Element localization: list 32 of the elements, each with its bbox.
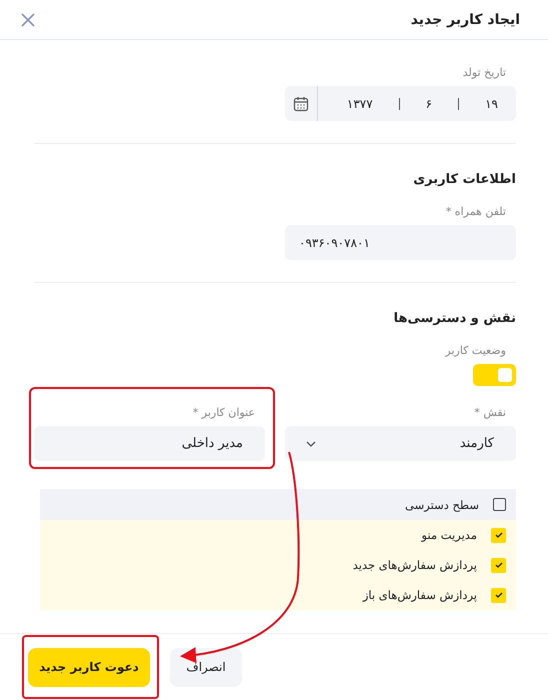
close-icon[interactable]: [20, 12, 36, 28]
field-label: وضعیت کاربر: [444, 344, 507, 359]
table-row[interactable]: مدیریت منو: [40, 520, 516, 550]
header-cell: سطح دسترسی: [405, 498, 479, 512]
calendar-icon[interactable]: [293, 96, 309, 112]
table-cell: پردازش سفارش‌های باز: [362, 588, 477, 602]
field-label: عنوان کاربر *: [192, 406, 256, 421]
section-heading: نقش و دسترسی‌ها: [394, 311, 516, 328]
date-field[interactable]: ۱۹ ۶ ۱۳۷۷: [285, 86, 516, 121]
table-row[interactable]: پردازش سفارش‌های جدید: [40, 550, 516, 580]
field-label: تلفن همراه *: [444, 205, 507, 220]
check-icon: [494, 590, 504, 600]
phone-field[interactable]: ۰۹۳۶۰۹۰۷۸۰۱: [285, 225, 516, 260]
table-cell: پردازش سفارش‌های جدید: [352, 558, 477, 572]
day-value: ۱۹: [484, 96, 499, 110]
title-field[interactable]: مدیر داخلی: [34, 426, 265, 461]
dialog-title: ایجاد کاربر جدید: [410, 12, 520, 28]
section-heading: اطلاعات کاربری: [413, 172, 516, 189]
field-label: نقش *: [473, 406, 507, 421]
cancel-button[interactable]: انصراف: [170, 648, 242, 686]
role-dropdown[interactable]: کارمند: [285, 426, 516, 461]
year-value: ۱۳۷۷: [346, 96, 374, 110]
check-icon: [494, 560, 504, 570]
status-toggle[interactable]: [473, 364, 516, 386]
table-row[interactable]: پردازش سفارش‌های باز: [40, 580, 516, 610]
month-value: ۶: [424, 96, 434, 110]
table-cell: مدیریت منو: [422, 528, 477, 542]
field-label: تاریخ تولد: [462, 66, 507, 81]
chevron-down-icon: [305, 440, 317, 448]
check-icon: [494, 530, 504, 540]
checkbox[interactable]: [493, 498, 506, 511]
invite-button[interactable]: دعوت کاربر جدید: [28, 648, 150, 686]
